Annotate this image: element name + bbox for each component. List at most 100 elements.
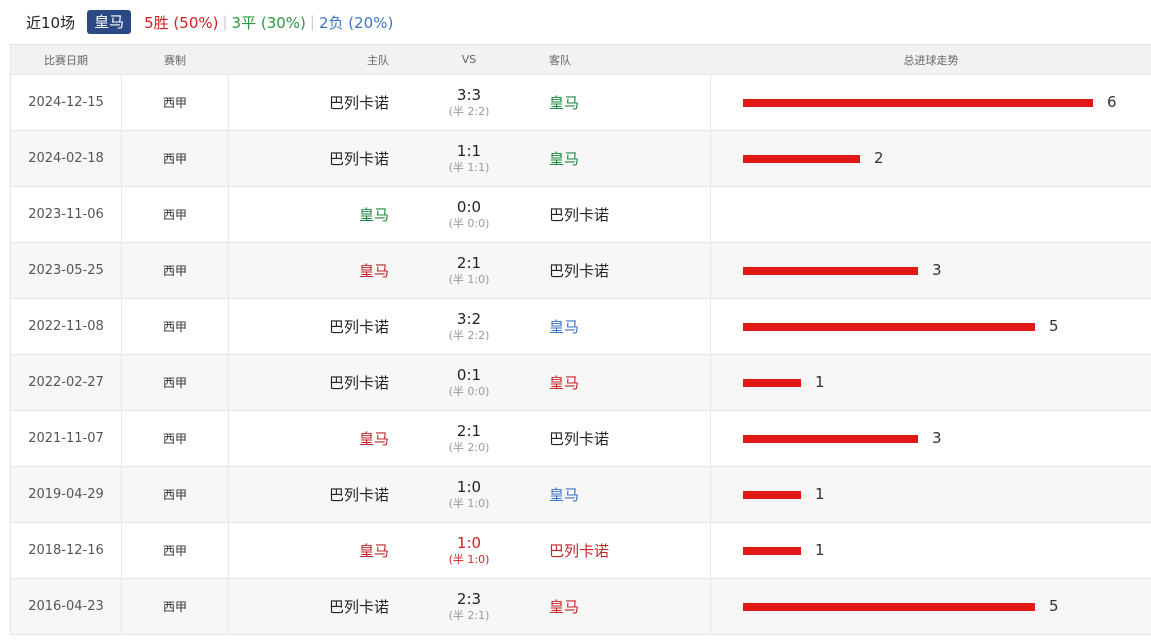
home-team-cell: 皇马 [229, 187, 389, 242]
score-cell: 0:0 (半 0:0) [389, 187, 549, 242]
match-competition: 西甲 [121, 579, 229, 634]
loss-stat: 2负 (20%) [318, 13, 394, 32]
away-team-cell: 皇马 [549, 579, 711, 634]
goal-total-label: 1 [815, 485, 825, 503]
goal-trend-bar [743, 155, 860, 163]
table-row[interactable]: 2024-02-18 西甲 巴列卡诺 1:1 (半 1:1) 皇马 2 [11, 131, 1151, 187]
full-time-score[interactable]: 0:0 [457, 198, 481, 216]
home-team[interactable]: 皇马 [359, 540, 389, 561]
header-competition: 赛制 [164, 53, 186, 67]
goal-trend-cell: 5 [711, 299, 1151, 354]
match-competition: 西甲 [121, 131, 229, 186]
goal-total-label: 3 [932, 261, 942, 279]
goal-total-label: 5 [1049, 317, 1059, 335]
goal-trend-cell: 6 [711, 75, 1151, 130]
goal-trend-bar [743, 99, 1093, 107]
home-team[interactable]: 巴列卡诺 [329, 148, 389, 169]
away-team[interactable]: 巴列卡诺 [549, 204, 609, 225]
home-team[interactable]: 巴列卡诺 [329, 372, 389, 393]
half-time-score: (半 2:1) [448, 608, 490, 622]
away-team-cell: 巴列卡诺 [549, 187, 711, 242]
away-team[interactable]: 巴列卡诺 [549, 428, 609, 449]
table-body: 2024-12-15 西甲 巴列卡诺 3:3 (半 2:2) 皇马 6 2024-02-18 西… [11, 75, 1151, 635]
match-competition: 西甲 [121, 187, 229, 242]
win-stat: 5胜 (50%) [144, 13, 219, 32]
goal-total-label: 6 [1107, 93, 1117, 111]
home-team-cell: 巴列卡诺 [229, 299, 389, 354]
half-time-score: (半 2:2) [448, 104, 490, 118]
half-time-score: (半 1:0) [448, 496, 490, 510]
table-row[interactable]: 2022-11-08 西甲 巴列卡诺 3:2 (半 2:2) 皇马 5 [11, 299, 1151, 355]
home-team-cell: 皇马 [229, 523, 389, 578]
home-team-cell: 皇马 [229, 411, 389, 466]
match-date: 2023-05-25 [28, 263, 104, 278]
table-row[interactable]: 2018-12-16 西甲 皇马 1:0 (半 1:0) 巴列卡诺 1 [11, 523, 1151, 579]
goal-trend-bar [743, 379, 801, 387]
goal-trend-bar [743, 435, 918, 443]
table-row[interactable]: 2022-02-27 西甲 巴列卡诺 0:1 (半 0:0) 皇马 1 [11, 355, 1151, 411]
home-team[interactable]: 皇马 [359, 260, 389, 281]
score-cell: 2:1 (半 2:0) [389, 411, 549, 466]
away-team[interactable]: 皇马 [549, 316, 579, 337]
team-tag[interactable]: 皇马 [87, 10, 132, 34]
away-team-cell: 巴列卡诺 [549, 523, 711, 578]
home-team[interactable]: 巴列卡诺 [329, 316, 389, 337]
away-team[interactable]: 皇马 [549, 596, 579, 617]
home-team[interactable]: 巴列卡诺 [329, 596, 389, 617]
away-team[interactable]: 皇马 [549, 92, 579, 113]
full-time-score[interactable]: 2:3 [457, 590, 481, 608]
match-competition: 西甲 [121, 411, 229, 466]
goal-trend-bar [743, 547, 801, 555]
goal-trend-cell: 1 [711, 467, 1151, 522]
table-row[interactable]: 2019-04-29 西甲 巴列卡诺 1:0 (半 1:0) 皇马 1 [11, 467, 1151, 523]
score-cell: 0:1 (半 0:0) [389, 355, 549, 410]
goal-total-label: 3 [932, 429, 942, 447]
away-team[interactable]: 皇马 [549, 484, 579, 505]
full-time-score[interactable]: 2:1 [457, 254, 481, 272]
table-row[interactable]: 2024-12-15 西甲 巴列卡诺 3:3 (半 2:2) 皇马 6 [11, 75, 1151, 131]
home-team-cell: 巴列卡诺 [229, 75, 389, 130]
full-time-score[interactable]: 1:0 [457, 534, 481, 552]
full-time-score[interactable]: 3:3 [457, 86, 481, 104]
full-time-score[interactable]: 1:0 [457, 478, 481, 496]
draw-stat: 3平 (30%) [231, 13, 306, 32]
home-team[interactable]: 皇马 [359, 204, 389, 225]
full-time-score[interactable]: 2:1 [457, 422, 481, 440]
home-team[interactable]: 皇马 [359, 428, 389, 449]
goal-trend-bar [743, 267, 918, 275]
goal-trend-cell: 1 [711, 523, 1151, 578]
table-row[interactable]: 2016-04-23 西甲 巴列卡诺 2:3 (半 2:1) 皇马 5 [11, 579, 1151, 635]
match-date: 2022-02-27 [28, 375, 104, 390]
away-team[interactable]: 皇马 [549, 148, 579, 169]
full-time-score[interactable]: 0:1 [457, 366, 481, 384]
away-team[interactable]: 皇马 [549, 372, 579, 393]
half-time-score: (半 0:0) [448, 384, 490, 398]
table-header: 比赛日期 赛制 主队 VS 客队 总进球走势 [11, 45, 1151, 75]
home-team-cell: 巴列卡诺 [229, 355, 389, 410]
half-time-score: (半 2:0) [448, 440, 490, 454]
full-time-score[interactable]: 3:2 [457, 310, 481, 328]
header-trend: 总进球走势 [903, 53, 959, 67]
away-team-cell: 皇马 [549, 299, 711, 354]
score-cell: 2:1 (半 1:0) [389, 243, 549, 298]
half-time-score: (半 1:0) [448, 272, 490, 286]
away-team[interactable]: 巴列卡诺 [549, 260, 609, 281]
home-team[interactable]: 巴列卡诺 [329, 92, 389, 113]
match-competition: 西甲 [121, 243, 229, 298]
away-team[interactable]: 巴列卡诺 [549, 540, 609, 561]
table-row[interactable]: 2021-11-07 西甲 皇马 2:1 (半 2:0) 巴列卡诺 3 [11, 411, 1151, 467]
score-cell: 3:2 (半 2:2) [389, 299, 549, 354]
table-row[interactable]: 2023-11-06 西甲 皇马 0:0 (半 0:0) 巴列卡诺 [11, 187, 1151, 243]
home-team-cell: 巴列卡诺 [229, 131, 389, 186]
table-row[interactable]: 2023-05-25 西甲 皇马 2:1 (半 1:0) 巴列卡诺 3 [11, 243, 1151, 299]
summary-bar: 近10场 皇马 5胜 (50%) | 3平 (30%) | 2负 (20%) [0, 0, 1151, 44]
goal-trend-bar [743, 323, 1035, 331]
goal-total-label: 1 [815, 373, 825, 391]
full-time-score[interactable]: 1:1 [457, 142, 481, 160]
goal-trend-bar [743, 603, 1035, 611]
home-team[interactable]: 巴列卡诺 [329, 484, 389, 505]
recent-count-label: 近10场 [26, 13, 76, 32]
away-team-cell: 巴列卡诺 [549, 411, 711, 466]
score-cell: 1:1 (半 1:1) [389, 131, 549, 186]
half-time-score: (半 1:0) [448, 552, 490, 566]
